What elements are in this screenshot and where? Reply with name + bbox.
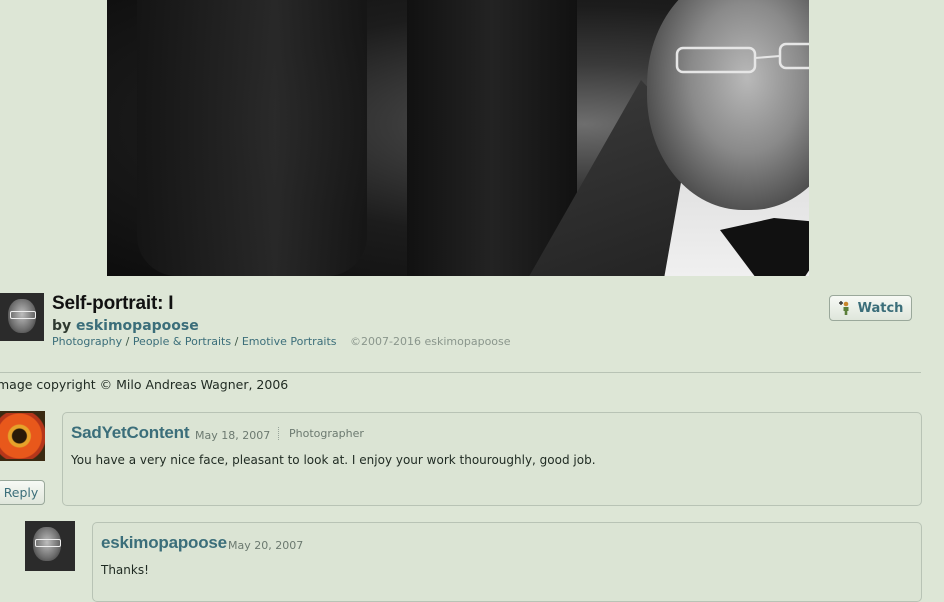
comment-box-reply: eskimopapoose May 20, 2007 Thanks! — [92, 522, 922, 602]
watch-icon — [838, 301, 849, 315]
comment-box: SadYetContent May 18, 2007 Photographer … — [62, 412, 922, 506]
category-link-people-portraits[interactable]: People & Portraits — [133, 335, 231, 348]
reply-button[interactable]: Reply — [0, 480, 45, 505]
photo-bg-seat — [137, 0, 367, 276]
reply-author-avatar[interactable] — [25, 521, 75, 571]
category-breadcrumb: Photography / People & Portraits / Emoti… — [52, 335, 511, 348]
comment-date: May 20, 2007 — [228, 539, 304, 552]
comment-author-link[interactable]: SadYetContent — [71, 423, 190, 443]
category-link-photography[interactable]: Photography — [52, 335, 122, 348]
commenter-avatar[interactable] — [0, 411, 45, 461]
watch-button[interactable]: Watch — [829, 295, 912, 321]
divider — [0, 372, 921, 373]
category-link-emotive-portraits[interactable]: Emotive Portraits — [242, 335, 337, 348]
comment-author-link[interactable]: eskimopapoose — [101, 533, 227, 553]
watch-label: Watch — [857, 300, 904, 316]
copyright-text: ©2007-2016 eskimopapoose — [350, 335, 511, 348]
by-label: by — [52, 318, 72, 334]
comment-text: You have a very nice face, pleasant to l… — [71, 453, 596, 467]
deviation-image[interactable] — [107, 0, 809, 276]
author-link[interactable]: eskimopapoose — [76, 318, 199, 334]
photo-bg-seat — [407, 0, 577, 276]
comment-date: May 18, 2007 — [195, 429, 271, 442]
description-text: mage copyright © Milo Andreas Wagner, 20… — [0, 377, 289, 392]
comment-role: Photographer — [278, 427, 364, 440]
byline: by eskimopapoose — [52, 318, 199, 334]
comment-text: Thanks! — [101, 563, 149, 577]
author-avatar[interactable] — [0, 293, 44, 341]
deviation-title: Self-portrait: I — [52, 293, 174, 314]
photo-glasses — [675, 42, 809, 74]
